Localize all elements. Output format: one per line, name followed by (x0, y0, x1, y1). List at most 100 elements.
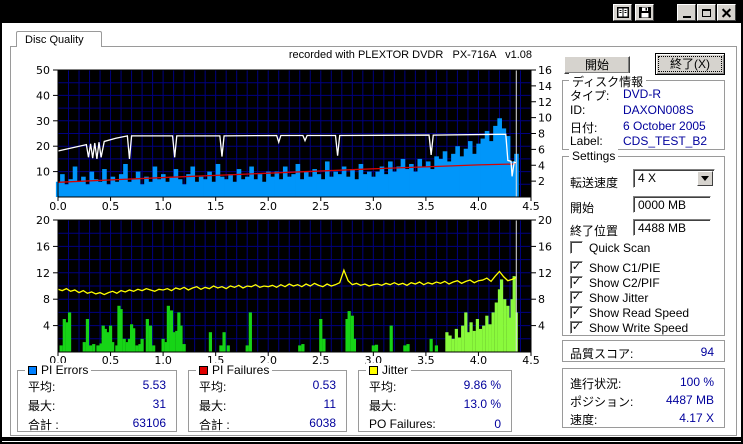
pi-errors-avg-label: 平均: (28, 380, 56, 394)
start-position-input[interactable]: 0000 MB (633, 196, 711, 213)
svg-text:8: 8 (538, 293, 545, 306)
svg-text:0.0: 0.0 (49, 200, 67, 213)
svg-text:3.0: 3.0 (365, 200, 383, 213)
svg-text:8: 8 (538, 128, 545, 141)
disc-type-value: DVD-R (623, 87, 661, 101)
start-position-value: 0000 MB (638, 198, 687, 212)
disc-label-value: CDS_TEST_B2 (623, 134, 708, 148)
svg-text:16: 16 (36, 240, 50, 253)
svg-text:8: 8 (43, 293, 50, 306)
floppy-disk-icon (638, 7, 651, 18)
pi-errors-stats-box: PI Errors 平均: 5.53 最大: 31 合計 : 63106 (17, 363, 177, 432)
checkbox-quick-scan[interactable] (570, 241, 583, 254)
svg-text:4.5: 4.5 (522, 354, 540, 367)
app-window: CD Speed : Disc Quality Test - BENQ DVD … (0, 0, 743, 444)
checkbox-show-c1-pie[interactable]: ✓ (570, 261, 583, 274)
checkbox-quick-scan-label: Quick Scan (589, 241, 651, 255)
transfer-speed-value: 4 X (638, 171, 657, 185)
tab-disc-quality[interactable]: Disc Quality (16, 31, 102, 47)
po-failures-value: 0 (494, 417, 501, 431)
svg-text:2.5: 2.5 (312, 354, 330, 367)
svg-text:20: 20 (538, 214, 552, 227)
settings-group: Settings 転送速度 4 X 開始 0000 MB 終了位置 4488 M… (562, 149, 725, 336)
close-button[interactable] (717, 4, 736, 21)
position-value: 4487 MB (665, 393, 714, 407)
start-position-label: 開始 (570, 201, 595, 215)
pi-failures-stats-box: PI Failures 平均: 0.53 最大: 11 合計 : 6038 (188, 363, 347, 432)
settings-legend: Settings (569, 149, 619, 163)
svg-text:4: 4 (538, 320, 545, 333)
pi-failures-max-value: 11 (323, 397, 336, 411)
checkbox-show-read-speed-label: Show Read Speed (589, 306, 690, 320)
svg-text:50: 50 (36, 64, 50, 77)
start-button[interactable]: 開始 (564, 56, 630, 74)
transfer-speed-label: 転送速度 (570, 176, 619, 190)
jitter-avg-value: 9.86 % (463, 378, 501, 392)
checkbox-show-read-speed[interactable]: ✓ (570, 306, 583, 319)
exit-button[interactable]: 終了(X) (655, 53, 725, 75)
svg-text:3.5: 3.5 (417, 200, 435, 213)
minimize-icon (682, 16, 691, 18)
jitter-marker-icon (369, 365, 378, 375)
svg-text:10: 10 (36, 166, 50, 179)
quality-score-box: 品質スコア: 94 (562, 340, 725, 362)
checkbox-show-c2-pif-label: Show C2/PIF (589, 276, 660, 290)
pi-errors-avg-value: 5.53 (142, 378, 166, 392)
speed-label: 速度: (570, 413, 598, 427)
svg-text:20: 20 (36, 140, 50, 153)
disc-id-value: DAXON008S (623, 103, 694, 117)
pi-failures-avg-label: 平均: (199, 380, 227, 394)
svg-text:30: 30 (36, 115, 50, 128)
svg-text:4.0: 4.0 (470, 354, 488, 367)
progress-label: 進行状況: (570, 377, 622, 391)
svg-text:1.0: 1.0 (154, 354, 172, 367)
jitter-avg-label: 平均: (369, 380, 397, 394)
svg-text:2.0: 2.0 (259, 200, 277, 213)
pi-failures-total-label: 合計 : (199, 418, 230, 432)
svg-text:0.5: 0.5 (102, 354, 120, 367)
save-icon-button[interactable] (635, 4, 654, 21)
svg-text:2.5: 2.5 (312, 200, 330, 213)
combobox-dropdown-button[interactable] (697, 171, 713, 186)
svg-text:0.5: 0.5 (102, 200, 120, 213)
checkbox-show-jitter[interactable]: ✓ (570, 291, 583, 304)
progress-box: 進行状況: 100 % ポジション: 4487 MB 速度: 4.17 X (562, 368, 725, 428)
disc-date-value: 6 October 2005 (623, 119, 706, 133)
minimize-button[interactable] (677, 4, 696, 21)
pi-errors-marker-icon (28, 365, 37, 375)
exit-button-label: 終了(X) (670, 57, 710, 71)
jitter-max-value: 13.0 % (463, 397, 501, 411)
checkbox-show-c2-pif[interactable]: ✓ (570, 276, 583, 289)
svg-text:14: 14 (538, 80, 552, 93)
disc-type-label: タイプ: (570, 89, 610, 103)
disc-id-label: ID: (570, 103, 586, 117)
book-icon (616, 7, 629, 18)
pi-failures-avg-value: 0.53 (312, 378, 336, 392)
checkbox-show-jitter-label: Show Jitter (589, 291, 649, 305)
jitter-stats-box: Jitter 平均: 9.86 % 最大: 13.0 % PO Failures… (358, 363, 512, 432)
maximize-button[interactable] (697, 4, 716, 21)
svg-text:6: 6 (538, 143, 545, 156)
position-label: ポジション: (570, 395, 634, 409)
end-position-input[interactable]: 4488 MB (633, 219, 711, 236)
disc-label-label: Label: (570, 134, 603, 148)
svg-text:12: 12 (36, 267, 50, 280)
pi-failures-legend: PI Failures (212, 363, 270, 377)
pi-failures-marker-icon (199, 365, 208, 375)
disc-info-group: ディスク情報 タイプ: DVD-R ID: DAXON008S 日付: 6 Oc… (562, 73, 725, 150)
start-button-label: 開始 (584, 58, 609, 72)
svg-text:1.0: 1.0 (154, 200, 172, 213)
checkbox-show-write-speed[interactable]: ✓ (570, 321, 583, 334)
end-position-label: 終了位置 (570, 224, 619, 238)
transfer-speed-combobox[interactable]: 4 X (633, 169, 715, 188)
svg-text:2: 2 (538, 175, 545, 188)
pi-errors-total-label: 合計 : (28, 418, 59, 432)
svg-text:4.5: 4.5 (522, 200, 540, 213)
svg-text:3.5: 3.5 (417, 354, 435, 367)
svg-text:12: 12 (538, 96, 552, 109)
results-book-icon-button[interactable] (613, 4, 632, 21)
po-failures-label: PO Failures: (369, 417, 436, 431)
progress-value: 100 % (679, 375, 714, 389)
checkbox-show-c1-pie-label: Show C1/PIE (589, 261, 661, 275)
maximize-icon (702, 8, 711, 17)
